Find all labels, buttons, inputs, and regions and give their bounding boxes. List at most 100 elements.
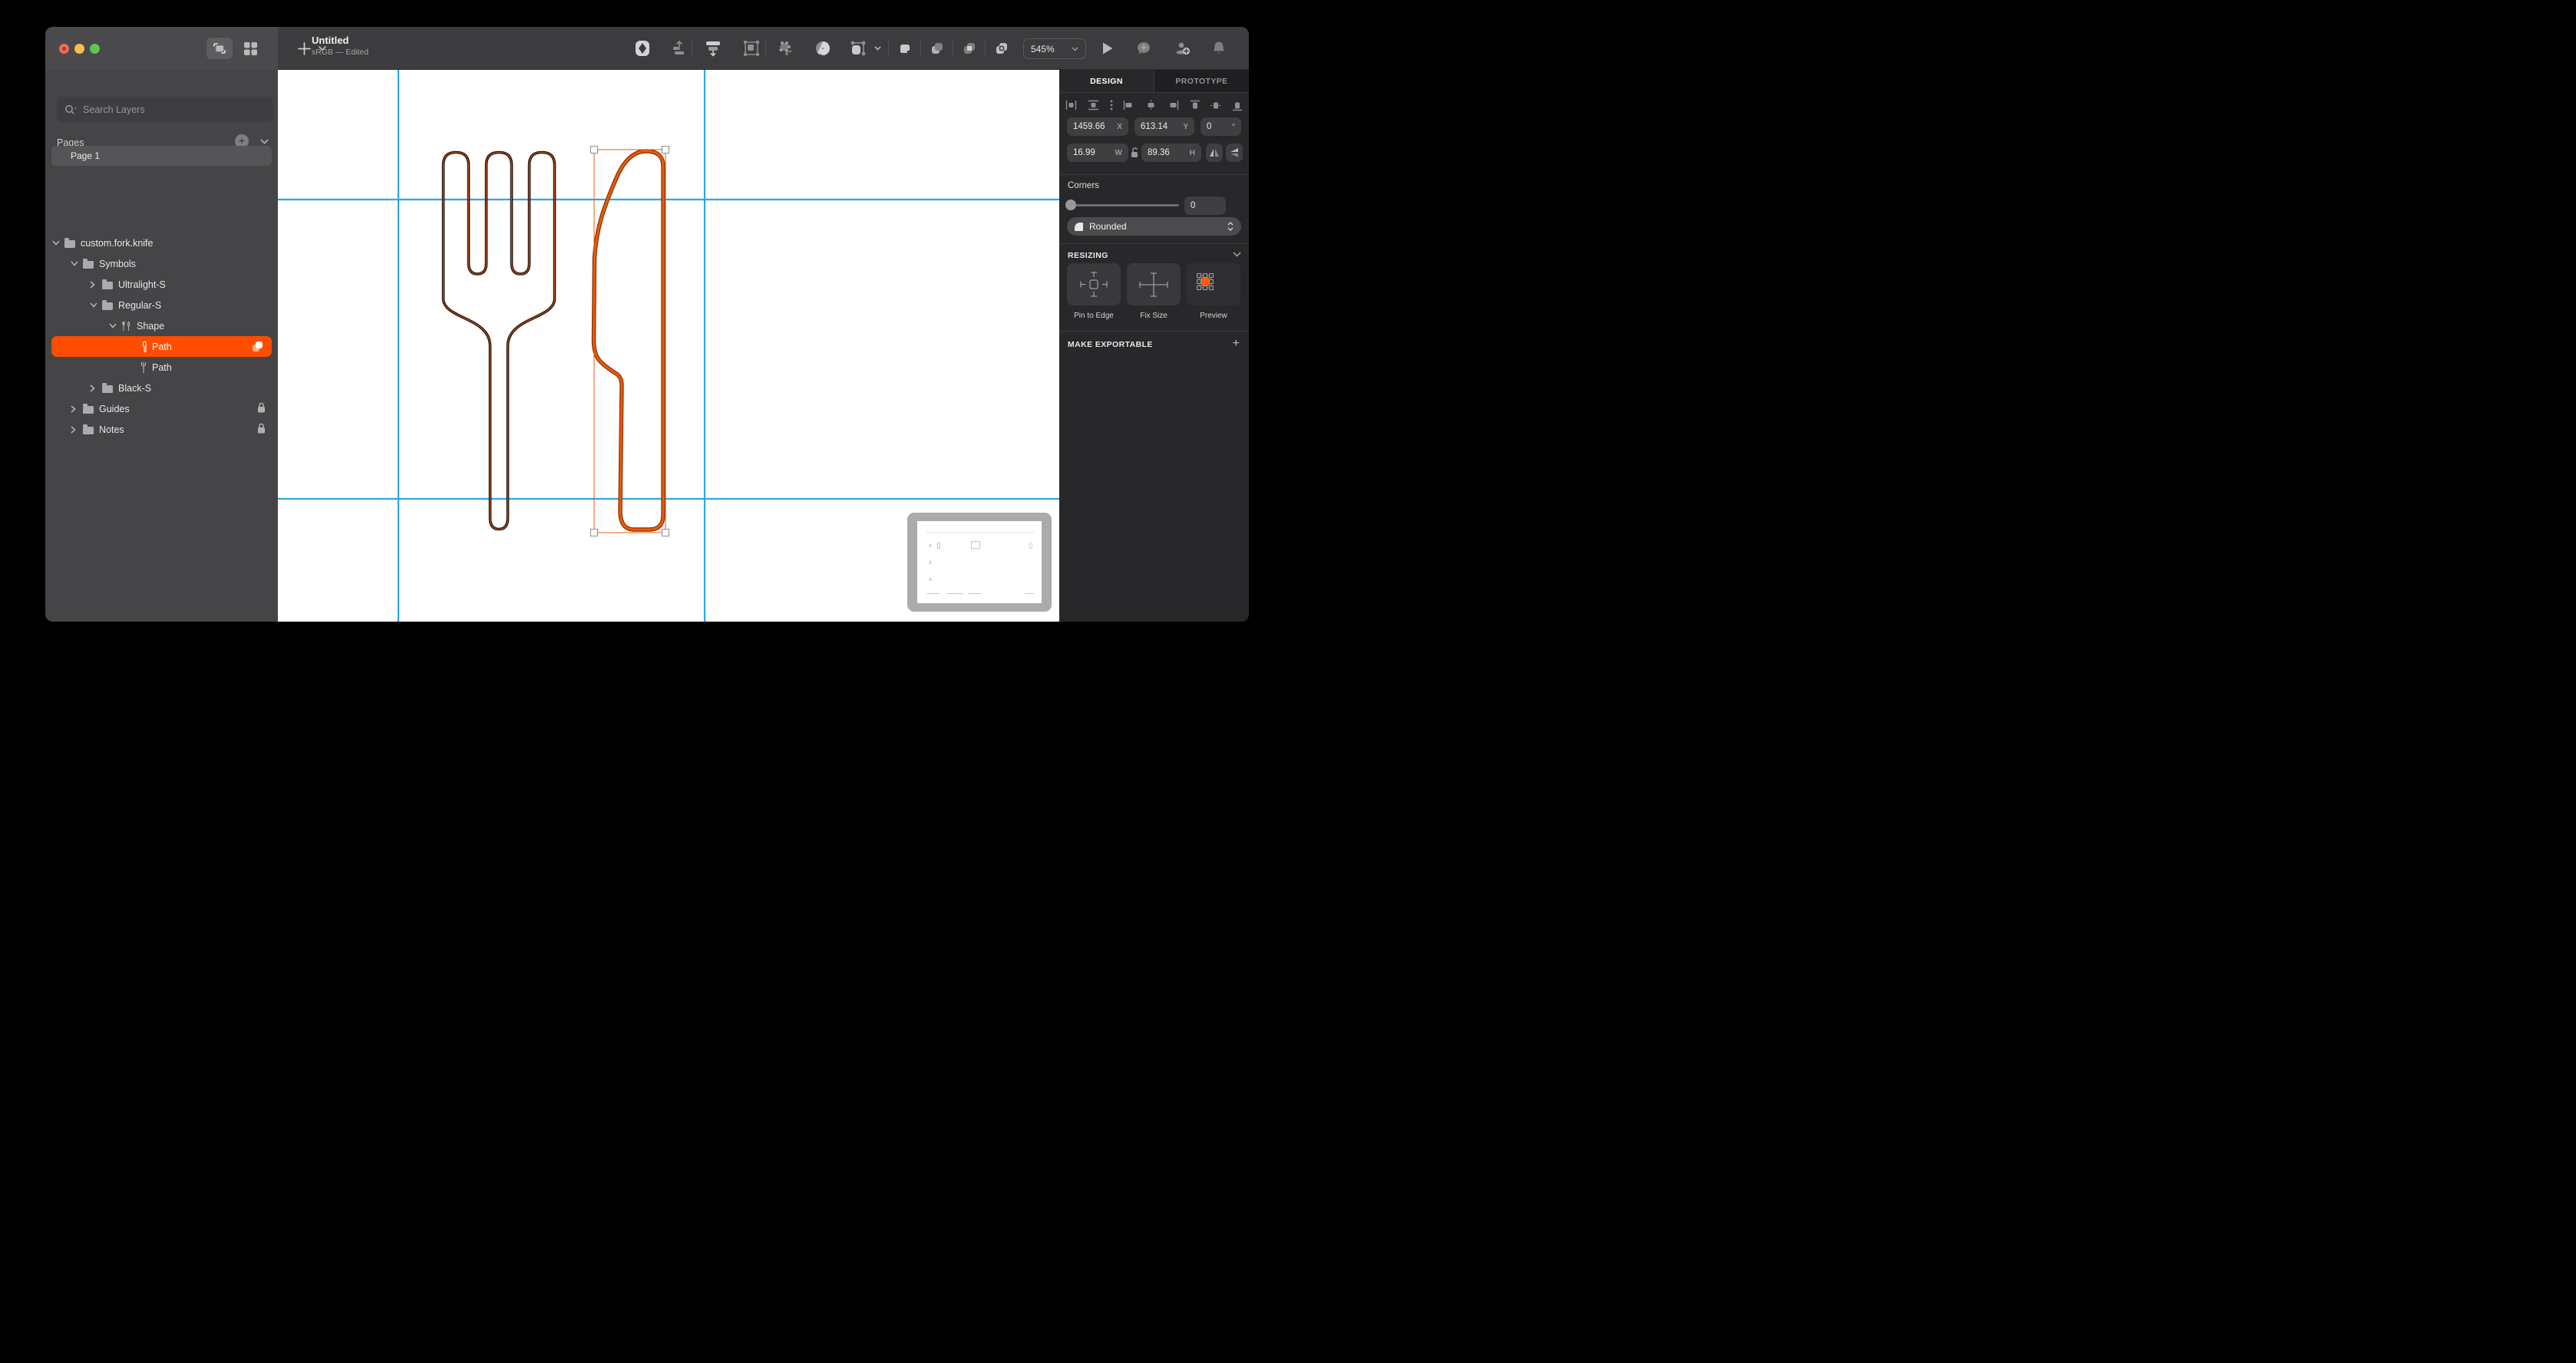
layer-row-ultralight-s[interactable]: Ultralight-S bbox=[45, 274, 278, 295]
minimize-button[interactable] bbox=[74, 44, 84, 54]
layer-row-shape[interactable]: Shape bbox=[45, 315, 278, 336]
grid-view-button[interactable] bbox=[239, 38, 262, 59]
size-lock-icon[interactable] bbox=[1131, 147, 1138, 158]
union-icon[interactable] bbox=[896, 39, 914, 58]
tab-prototype[interactable]: PROTOTYPE bbox=[1154, 70, 1249, 92]
x-position-field[interactable]: 1459.66 X bbox=[1067, 117, 1128, 136]
rotate-icon[interactable] bbox=[814, 39, 832, 58]
rotation-field[interactable]: 0 ° bbox=[1200, 117, 1241, 136]
document-title: Untitled bbox=[312, 35, 349, 46]
layer-tree: custom.fork.knife Symbols Ultralight-S R… bbox=[45, 233, 278, 440]
align-top-icon[interactable] bbox=[1190, 100, 1200, 111]
layer-label: Black-S bbox=[118, 382, 152, 394]
height-field[interactable]: 89.36 H bbox=[1141, 144, 1201, 162]
corners-value-field[interactable]: 0 bbox=[1184, 196, 1226, 215]
search-layers-input[interactable]: Search Layers bbox=[57, 97, 273, 122]
chevron-down-icon[interactable] bbox=[52, 240, 60, 246]
align-bottom-icon[interactable] bbox=[1232, 100, 1243, 111]
align-left-icon[interactable] bbox=[1123, 100, 1134, 111]
layer-row-regular-s[interactable]: Regular-S bbox=[45, 295, 278, 315]
folder-icon bbox=[102, 279, 113, 289]
chevron-down-icon[interactable] bbox=[71, 261, 78, 266]
preview-navigator[interactable]: A A A bbox=[907, 513, 1052, 612]
flip-horizontal-button[interactable] bbox=[1206, 144, 1223, 162]
resizing-collapse-chevron-icon[interactable] bbox=[1233, 252, 1241, 257]
layer-row-path-knife[interactable]: Path bbox=[51, 336, 272, 357]
align-right-icon[interactable] bbox=[1167, 100, 1179, 111]
resizing-pin-to-edge-tile[interactable] bbox=[1067, 263, 1121, 305]
subtract-icon[interactable] bbox=[928, 39, 946, 58]
layer-label: Path bbox=[152, 361, 172, 373]
intersect-icon[interactable] bbox=[960, 39, 979, 58]
lock-icon[interactable] bbox=[257, 402, 266, 413]
difference-icon[interactable] bbox=[992, 39, 1011, 58]
align-center-horizontal-icon[interactable] bbox=[1145, 100, 1157, 111]
layer-row-symbols[interactable]: Symbols bbox=[45, 253, 278, 274]
distribute-up-icon[interactable] bbox=[670, 39, 689, 58]
folder-icon bbox=[102, 300, 113, 310]
add-comment-button[interactable] bbox=[1134, 39, 1153, 58]
tidy-icon[interactable] bbox=[1110, 100, 1113, 111]
search-placeholder: Search Layers bbox=[83, 104, 145, 115]
pages-chevron-icon[interactable] bbox=[260, 139, 269, 144]
zoom-window-button[interactable] bbox=[90, 44, 100, 54]
align-middle-vertical-icon[interactable] bbox=[1210, 100, 1222, 111]
folder-icon bbox=[102, 383, 113, 393]
resize-icon[interactable] bbox=[849, 39, 867, 58]
chevron-right-icon[interactable] bbox=[71, 425, 78, 434]
layer-row-guides[interactable]: Guides bbox=[45, 398, 278, 419]
knife-shape[interactable] bbox=[591, 149, 665, 532]
layer-list-view-button[interactable] bbox=[206, 38, 233, 59]
selection-box[interactable] bbox=[590, 146, 669, 536]
preview-label: Preview bbox=[1200, 312, 1227, 320]
corners-slider-track[interactable] bbox=[1069, 204, 1179, 206]
folder-icon bbox=[64, 238, 75, 248]
alignment-toolbar bbox=[1065, 97, 1243, 113]
scale-icon[interactable] bbox=[742, 39, 761, 58]
layer-label: Notes bbox=[99, 424, 124, 435]
corner-style-dropdown[interactable]: Rounded bbox=[1067, 217, 1241, 236]
distribute-horizontal-icon[interactable] bbox=[1065, 100, 1077, 111]
notifications-icon[interactable] bbox=[1210, 39, 1228, 58]
chevron-right-icon[interactable] bbox=[71, 404, 78, 413]
layers-sidebar: Search Layers Pages + Page 1 custom.fork… bbox=[45, 70, 278, 622]
preview-navigator-page: A A A bbox=[917, 521, 1042, 603]
fix-size-icon bbox=[1139, 272, 1168, 297]
y-position-field[interactable]: 613.14 Y bbox=[1134, 117, 1194, 136]
rounded-corner-icon bbox=[1075, 222, 1083, 231]
resizing-fix-size-tile[interactable] bbox=[1127, 263, 1181, 305]
layer-label: custom.fork.knife bbox=[81, 237, 154, 249]
layer-row-path-fork[interactable]: Path bbox=[45, 357, 278, 378]
resize-chevron-icon[interactable] bbox=[868, 39, 887, 58]
lock-icon[interactable] bbox=[257, 423, 266, 434]
chevron-right-icon[interactable] bbox=[90, 384, 97, 392]
insert-button[interactable] bbox=[295, 39, 313, 58]
distribute-vertical-icon[interactable] bbox=[1088, 100, 1099, 111]
width-field[interactable]: 16.99 W bbox=[1067, 144, 1128, 162]
pin-to-edge-icon bbox=[1080, 271, 1108, 297]
add-collaborator-button[interactable] bbox=[1174, 39, 1192, 58]
close-button[interactable] bbox=[59, 44, 69, 54]
zoom-level-dropdown[interactable]: 545% bbox=[1023, 38, 1086, 59]
edit-points-icon[interactable] bbox=[776, 39, 794, 58]
page-list-item[interactable]: Page 1 bbox=[51, 146, 272, 166]
union-badge-icon bbox=[251, 340, 264, 353]
chevron-down-icon[interactable] bbox=[109, 323, 117, 328]
layer-row-custom-fork-knife[interactable]: custom.fork.knife bbox=[45, 233, 278, 253]
align-distribute-down-icon[interactable] bbox=[704, 39, 722, 58]
resizing-preview-tile[interactable] bbox=[1187, 263, 1240, 305]
layer-row-black-s[interactable]: Black-S bbox=[45, 378, 278, 398]
chevron-right-icon[interactable] bbox=[90, 280, 97, 289]
fork-shape[interactable] bbox=[441, 150, 556, 531]
knife-icon bbox=[140, 340, 147, 353]
add-export-button[interactable]: + bbox=[1233, 337, 1240, 351]
corners-slider-thumb[interactable] bbox=[1065, 200, 1076, 210]
flip-vertical-button[interactable] bbox=[1226, 144, 1243, 162]
selection-handle-bottom-right bbox=[662, 529, 669, 536]
canvas[interactable]: A A A bbox=[278, 70, 1059, 622]
tab-design[interactable]: DESIGN bbox=[1059, 70, 1154, 92]
chevron-down-icon[interactable] bbox=[90, 302, 97, 308]
layer-row-notes[interactable]: Notes bbox=[45, 419, 278, 440]
insert-symbol-icon[interactable] bbox=[633, 39, 652, 58]
play-button[interactable] bbox=[1098, 39, 1117, 58]
